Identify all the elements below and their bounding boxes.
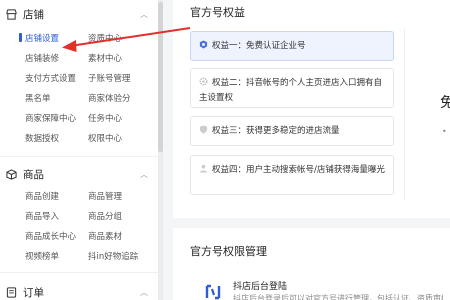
sidebar-item-permissions[interactable]: 权限中心 <box>88 132 122 144</box>
rights-card-text: 权益四：用户主动搜索帐号/店铺获得海量曝光 <box>212 165 385 175</box>
rights-card-text: 权益二：抖音帐号的个人主页进店入口拥有自主设置权 <box>199 78 383 103</box>
sidebar-item-blacklist[interactable]: 黑名单 <box>25 92 51 104</box>
orders-icon <box>6 286 17 298</box>
sidebar-item-tasks[interactable]: 任务中心 <box>88 112 122 124</box>
sidebar-item-data-auth[interactable]: 数据授权 <box>25 132 59 144</box>
active-indicator <box>19 33 22 42</box>
goods-icon <box>6 168 17 180</box>
divider <box>0 156 158 157</box>
store-icon <box>6 8 17 20</box>
app-description: 抖店后台登录后可以对官方号进行管理，包括认证、资质审核等 <box>233 294 443 300</box>
sidebar-item-subaccounts[interactable]: 子账号管理 <box>88 72 131 84</box>
section-store-header[interactable]: 店铺 <box>6 6 44 22</box>
rights-card-3[interactable]: 权益三：获得更多稳定的进店流量 <box>190 116 394 146</box>
sidebar-item-douin-tracking[interactable]: 抖in好物追踪 <box>88 250 138 262</box>
section-store-title: 店铺 <box>23 8 44 21</box>
divider <box>0 272 158 273</box>
sidebar-item-guarantee[interactable]: 商家保障中心 <box>25 112 76 124</box>
rights-title: 官方号权益 <box>190 6 245 19</box>
sidebar-item-video-ranking[interactable]: 视频榜单 <box>25 250 59 262</box>
app-title[interactable]: 抖店后台登陆 <box>233 279 287 292</box>
side-bullet: • <box>442 127 447 136</box>
sidebar-item-goods-materials[interactable]: 商品素材 <box>88 230 122 242</box>
shield-icon <box>199 125 208 134</box>
sidebar-item-payment[interactable]: 支付方式设置 <box>25 72 76 84</box>
sidebar-item-experience-score[interactable]: 商家体验分 <box>88 92 131 104</box>
sidebar-item-goods-growth[interactable]: 商品成长中心 <box>25 230 76 242</box>
sidebar-item-goods-groups[interactable]: 商品分组 <box>88 210 122 222</box>
section-orders-header[interactable]: 订单 <box>6 284 44 300</box>
rights-card-4[interactable]: 权益四：用户主动搜索帐号/店铺获得海量曝光 <box>190 155 394 195</box>
rights-card-text: 权益三：获得更多稳定的进店流量 <box>212 126 340 136</box>
user-icon <box>199 164 208 173</box>
section-orders-title: 订单 <box>23 286 44 299</box>
section-goods-header[interactable]: 商品 <box>6 166 44 182</box>
sidebar-item-materials[interactable]: 素材中心 <box>88 52 122 64</box>
sidebar-item-goods-import[interactable]: 商品导入 <box>25 210 59 222</box>
rights-card-2[interactable]: 权益二：抖音帐号的个人主页进店入口拥有自主设置权 <box>190 68 394 108</box>
sidebar: 店铺 ︿ 店铺设置 资质中心 店铺装修 素材中心 支付方式设置 子账号管理 黑名… <box>0 0 163 300</box>
badge-icon <box>199 40 208 49</box>
chevron-up-icon[interactable]: ︿ <box>140 287 148 297</box>
doudian-app-icon <box>205 284 221 300</box>
chevron-up-icon[interactable]: ︿ <box>140 169 148 179</box>
sidebar-item-store-settings[interactable]: 店铺设置 <box>25 32 59 44</box>
chevron-up-icon[interactable]: ︿ <box>140 9 148 19</box>
rights-card-1[interactable]: 权益一：免费认证企业号 <box>190 31 394 61</box>
section-goods-title: 商品 <box>23 168 44 181</box>
side-heading: 免 <box>440 95 450 111</box>
divider <box>404 28 405 200</box>
rights-card-text: 权益一：免费认证企业号 <box>212 41 306 51</box>
sidebar-item-qualification[interactable]: 资质中心 <box>88 32 122 44</box>
sidebar-item-store-decoration[interactable]: 店铺装修 <box>25 52 59 64</box>
sidebar-scrollbar-thumb[interactable] <box>158 2 163 152</box>
sidebar-item-goods-create[interactable]: 商品创建 <box>25 190 59 202</box>
manage-title: 官方号权限管理 <box>190 245 267 258</box>
sidebar-item-goods-manage[interactable]: 商品管理 <box>88 190 122 202</box>
gear-icon <box>199 77 208 86</box>
